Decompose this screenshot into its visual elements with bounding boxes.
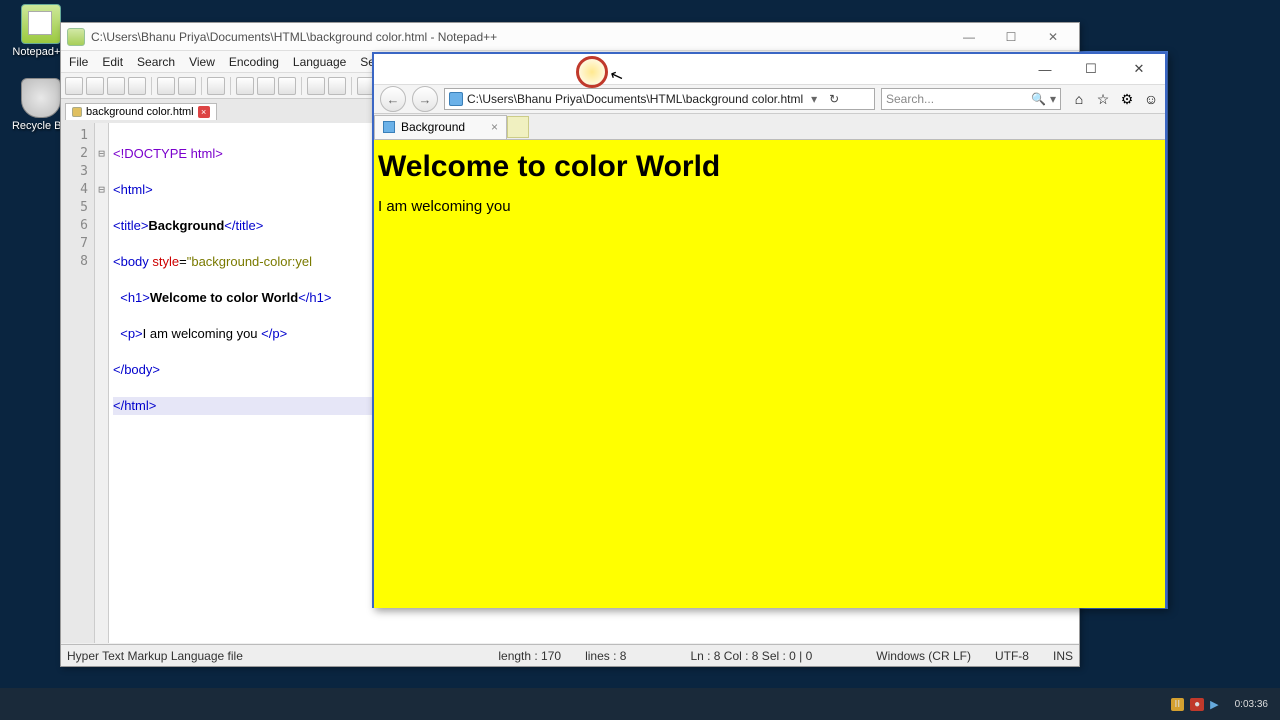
tray-record-icon[interactable]: ● bbox=[1190, 698, 1204, 711]
taskbar[interactable]: II ● ▶ 0:03:36 bbox=[0, 688, 1280, 720]
close-button[interactable]: ✕ bbox=[1117, 59, 1161, 79]
tool-open[interactable] bbox=[86, 77, 104, 95]
notepadpp-icon bbox=[67, 28, 85, 46]
status-insert: INS bbox=[1053, 649, 1073, 663]
tool-closeall[interactable] bbox=[178, 77, 196, 95]
address-bar[interactable]: C:\Users\Bhanu Priya\Documents\HTML\back… bbox=[444, 88, 875, 110]
close-button[interactable]: ✕ bbox=[1033, 27, 1073, 47]
recyclebin-icon bbox=[21, 78, 61, 118]
ie-tabstrip: Background × bbox=[374, 114, 1165, 140]
npp-title-text: C:\Users\Bhanu Priya\Documents\HTML\back… bbox=[91, 30, 497, 44]
fold-column[interactable]: ⊟⊟ bbox=[95, 123, 109, 643]
status-eol: Windows (CR LF) bbox=[876, 649, 971, 663]
ie-tab[interactable]: Background × bbox=[374, 115, 507, 139]
status-filetype: Hyper Text Markup Language file bbox=[67, 649, 243, 663]
rendered-page: Welcome to color World I am welcoming yo… bbox=[374, 140, 1165, 608]
npp-document-tab[interactable]: background color.html × bbox=[65, 103, 217, 120]
back-button[interactable]: ← bbox=[380, 86, 406, 112]
favorites-icon[interactable]: ☆ bbox=[1095, 91, 1111, 107]
page-paragraph: I am welcoming you bbox=[378, 198, 1161, 215]
tray-pause-icon[interactable]: II bbox=[1171, 698, 1185, 711]
search-box[interactable]: Search... 🔍 ▾ bbox=[881, 88, 1061, 110]
forward-button[interactable]: → bbox=[412, 86, 438, 112]
page-heading: Welcome to color World bbox=[378, 150, 1161, 184]
favicon bbox=[383, 121, 395, 133]
address-text: C:\Users\Bhanu Priya\Documents\HTML\back… bbox=[467, 92, 803, 106]
npp-tab-label: background color.html bbox=[86, 106, 194, 118]
tool-save[interactable] bbox=[107, 77, 125, 95]
menu-language[interactable]: Language bbox=[293, 55, 346, 69]
smiley-icon[interactable]: ☺ bbox=[1143, 91, 1159, 107]
menu-edit[interactable]: Edit bbox=[102, 55, 123, 69]
npp-titlebar[interactable]: C:\Users\Bhanu Priya\Documents\HTML\back… bbox=[61, 23, 1079, 51]
status-lines: lines : 8 bbox=[585, 649, 626, 663]
line-number-gutter: 12345678 bbox=[61, 123, 95, 643]
tool-paste[interactable] bbox=[278, 77, 296, 95]
refresh-icon[interactable]: ↻ bbox=[825, 92, 843, 106]
ie-titlebar[interactable]: — ☐ ✕ bbox=[374, 54, 1165, 84]
search-icon[interactable]: 🔍 bbox=[1031, 92, 1046, 106]
home-icon[interactable]: ⌂ bbox=[1071, 91, 1087, 107]
search-dropdown-icon[interactable]: ▾ bbox=[1046, 92, 1056, 106]
minimize-button[interactable]: — bbox=[949, 27, 989, 47]
address-dropdown-icon[interactable]: ▾ bbox=[807, 92, 821, 106]
npp-statusbar: Hyper Text Markup Language file length :… bbox=[61, 644, 1079, 666]
tab-close-icon[interactable]: × bbox=[491, 120, 498, 134]
tray-play-icon[interactable]: ▶ bbox=[1210, 698, 1218, 711]
page-icon bbox=[449, 92, 463, 106]
tool-saveall[interactable] bbox=[128, 77, 146, 95]
tab-close-icon[interactable]: × bbox=[198, 106, 210, 118]
minimize-button[interactable]: — bbox=[1025, 59, 1065, 79]
status-encoding: UTF-8 bbox=[995, 649, 1029, 663]
tool-undo[interactable] bbox=[307, 77, 325, 95]
tools-icon[interactable]: ⚙ bbox=[1119, 91, 1135, 107]
tool-cut[interactable] bbox=[236, 77, 254, 95]
menu-view[interactable]: View bbox=[189, 55, 215, 69]
menu-encoding[interactable]: Encoding bbox=[229, 55, 279, 69]
tool-new[interactable] bbox=[65, 77, 83, 95]
ie-tab-label: Background bbox=[401, 120, 465, 134]
tool-close[interactable] bbox=[157, 77, 175, 95]
ie-navbar: ← → C:\Users\Bhanu Priya\Documents\HTML\… bbox=[374, 84, 1165, 114]
status-length: length : 170 bbox=[498, 649, 561, 663]
status-position: Ln : 8 Col : 8 Sel : 0 | 0 bbox=[690, 649, 812, 663]
maximize-button[interactable]: ☐ bbox=[1071, 59, 1111, 79]
notepadpp-icon bbox=[21, 4, 61, 44]
menu-search[interactable]: Search bbox=[137, 55, 175, 69]
file-icon bbox=[72, 107, 82, 117]
tool-redo[interactable] bbox=[328, 77, 346, 95]
search-placeholder: Search... bbox=[886, 92, 934, 106]
system-tray[interactable]: II ● ▶ bbox=[1171, 698, 1219, 711]
new-tab-button[interactable] bbox=[507, 116, 529, 138]
tool-print[interactable] bbox=[207, 77, 225, 95]
ie-window: — ☐ ✕ ← → C:\Users\Bhanu Priya\Documents… bbox=[372, 52, 1167, 608]
taskbar-clock[interactable]: 0:03:36 bbox=[1229, 699, 1274, 710]
tool-copy[interactable] bbox=[257, 77, 275, 95]
maximize-button[interactable]: ☐ bbox=[991, 27, 1031, 47]
menu-file[interactable]: File bbox=[69, 55, 88, 69]
